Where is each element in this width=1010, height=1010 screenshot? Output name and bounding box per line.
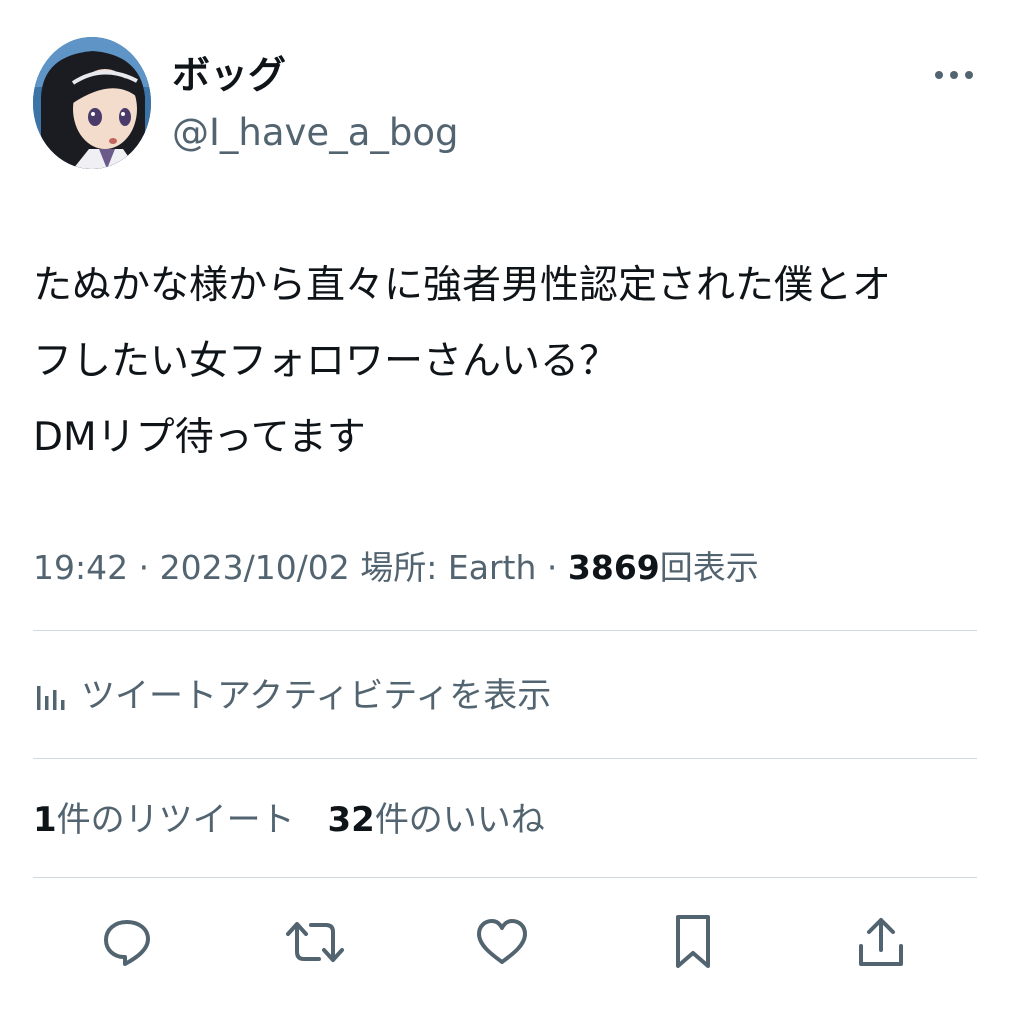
tweet-line: たぬかな様から直々に強者男性認定された僕とオ: [33, 263, 892, 308]
bar-chart-icon: [37, 686, 65, 710]
reply-button[interactable]: [97, 910, 157, 974]
divider: [33, 877, 977, 878]
avatar-image: [33, 37, 151, 169]
action-bar: [0, 910, 1010, 978]
tweet-activity-link[interactable]: ツイートアクティビティを表示: [33, 666, 551, 718]
location-label: 場所:: [360, 548, 448, 587]
meta-separator: ·: [536, 548, 568, 587]
tweet-stats: 1件のリツイート 32件のいいね: [33, 796, 545, 844]
retweet-button[interactable]: [285, 910, 345, 974]
bookmark-button[interactable]: [663, 910, 723, 974]
reply-icon: [104, 920, 150, 966]
divider: [33, 758, 977, 759]
tweet-text: たぬかな様から直々に強者男性認定された僕とオ フしたい女フォロワーさんいる？ D…: [33, 248, 983, 476]
retweet-count: 1: [33, 800, 57, 840]
tweet-meta: 19:42 · 2023/10/02 場所: Earth · 3869回表示: [33, 544, 759, 592]
divider: [33, 630, 977, 631]
tweet-location[interactable]: Earth: [448, 548, 537, 587]
tweet-time[interactable]: 19:42: [33, 548, 128, 587]
view-count: 3869: [567, 548, 660, 587]
display-name[interactable]: ボッグ: [172, 52, 286, 98]
like-button[interactable]: [472, 910, 532, 974]
tweet-date[interactable]: 2023/10/02: [160, 548, 350, 587]
user-handle[interactable]: @I_have_a_bog: [172, 110, 458, 156]
more-options-button[interactable]: [930, 58, 978, 94]
tweet-activity-label: ツイートアクティビティを表示: [81, 675, 552, 716]
tweet-line: DMリプ待ってます: [33, 415, 366, 460]
retweet-icon: [286, 922, 344, 962]
like-count-label: 件のいいね: [374, 800, 545, 840]
heart-icon: [477, 919, 527, 964]
share-button[interactable]: [851, 910, 911, 974]
like-count: 32: [327, 800, 375, 840]
like-count-link[interactable]: 32件のいいね: [327, 800, 544, 840]
meta-separator: ·: [128, 548, 160, 587]
view-count-label: 回表示: [659, 548, 759, 587]
tweet-line: フしたい女フォロワーさんいる？: [33, 339, 619, 384]
retweet-count-label: 件のリツイート: [56, 800, 295, 840]
share-icon: [859, 918, 903, 966]
avatar[interactable]: [33, 37, 151, 169]
bookmark-icon: [676, 915, 710, 968]
retweet-count-link[interactable]: 1件のリツイート: [33, 800, 295, 840]
more-dots-icon: [935, 71, 973, 79]
